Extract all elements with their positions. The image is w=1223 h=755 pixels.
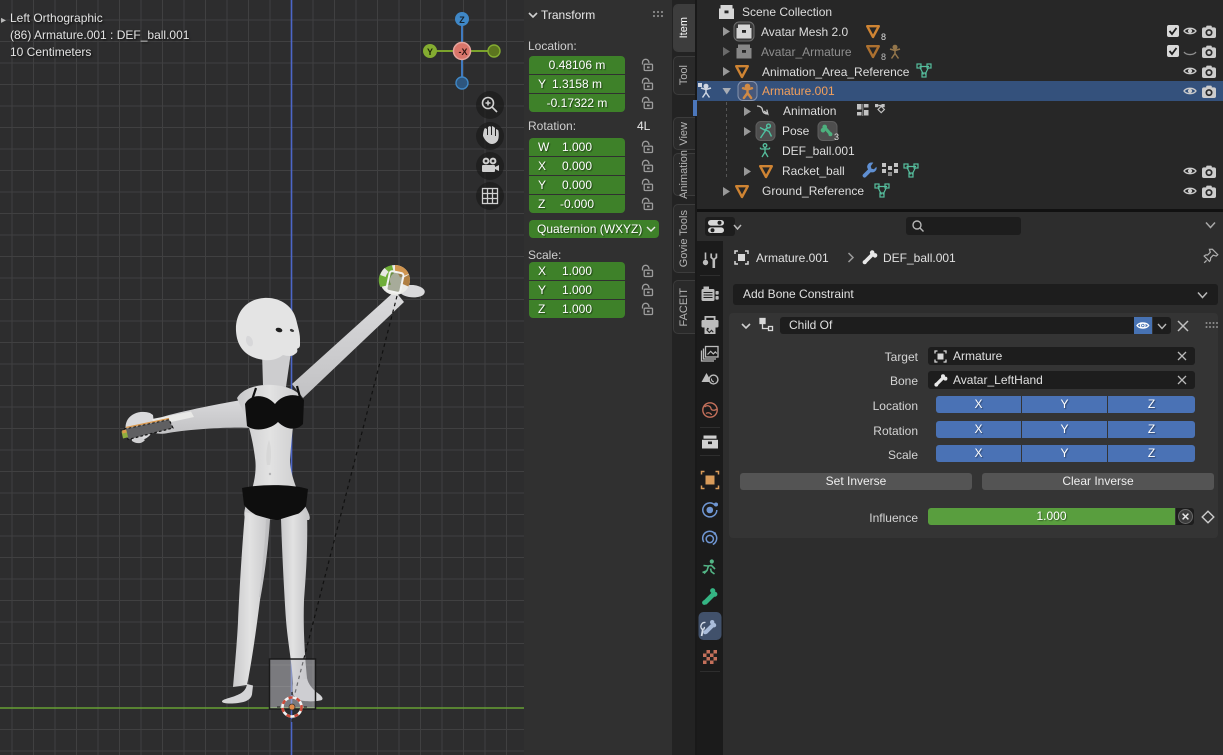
- svg-text:Z: Z: [459, 15, 465, 25]
- svg-text:Y: Y: [427, 47, 433, 57]
- svg-text:-X: -X: [459, 47, 468, 57]
